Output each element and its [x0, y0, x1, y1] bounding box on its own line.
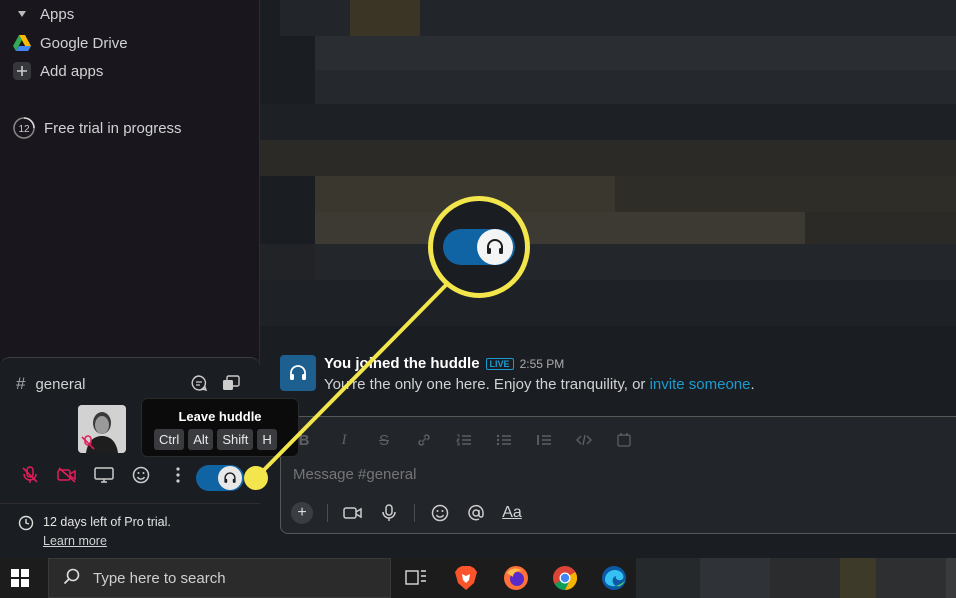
windows-start-icon[interactable] [10, 568, 30, 588]
code-block-icon[interactable] [613, 429, 635, 451]
hash-icon: # [16, 374, 26, 393]
headphones-icon [218, 466, 242, 490]
shortcut-key: Ctrl [154, 429, 185, 450]
magnifier-callout [428, 196, 530, 298]
mention-icon[interactable] [465, 502, 487, 524]
clock-icon [18, 515, 34, 536]
pro-trial-footer: 12 days left of Pro trial. Learn more [0, 503, 260, 558]
italic-icon[interactable]: I [333, 429, 355, 451]
headphones-icon [477, 229, 513, 265]
emoji-icon[interactable] [429, 502, 451, 524]
bulleted-list-icon[interactable] [493, 429, 515, 451]
popout-window-icon[interactable] [222, 374, 240, 397]
more-options-icon[interactable] [168, 465, 188, 485]
taskbar-search[interactable]: Type here to search [48, 558, 391, 598]
message-title: You joined the huddle [324, 355, 480, 372]
invite-someone-link[interactable]: invite someone [650, 376, 751, 393]
live-badge: LIVE [485, 357, 514, 370]
huddle-channel-name[interactable]: general [35, 376, 85, 393]
sidebar-item-google-drive[interactable]: Google Drive [12, 33, 128, 53]
leave-huddle-toggle[interactable] [196, 465, 244, 491]
sidebar-item-label: Add apps [40, 62, 104, 80]
magnified-huddle-toggle [443, 229, 515, 265]
blockquote-icon[interactable] [533, 429, 555, 451]
tooltip-title: Leave huddle [178, 409, 262, 424]
formatting-toggle[interactable]: Aa [501, 502, 523, 524]
plus-icon [12, 61, 32, 81]
message-composer: B I S + Aa [280, 416, 956, 534]
blurred-messages [260, 0, 956, 330]
huddle-avatar [280, 355, 316, 391]
leave-huddle-tooltip: Leave huddle Ctrl Alt Shift H [141, 398, 299, 457]
huddle-thread-icon[interactable] [190, 374, 208, 397]
muted-mic-icon [80, 435, 96, 456]
format-toolbar: B I S [293, 429, 635, 451]
edge-icon[interactable] [600, 564, 628, 592]
caret-down-icon [12, 4, 32, 24]
microphone-icon[interactable] [378, 502, 400, 524]
video-clip-icon[interactable] [342, 502, 364, 524]
message-body: You're the only one here. Enjoy the tran… [324, 376, 755, 393]
shortcut-key: Alt [188, 429, 214, 450]
callout-dot [244, 466, 268, 490]
huddle-controls [20, 465, 188, 485]
headphones-icon [290, 365, 306, 380]
reaction-emoji-icon[interactable] [131, 465, 151, 485]
free-trial-label: Free trial in progress [44, 119, 182, 137]
free-trial-status[interactable]: 12 Free trial in progress [12, 116, 182, 140]
learn-more-link[interactable]: Learn more [43, 534, 107, 548]
trial-badge: 12 [18, 124, 30, 135]
windows-taskbar: Type here to search [0, 558, 956, 598]
screen-share-icon[interactable] [94, 465, 114, 485]
trial-progress-icon: 12 [12, 116, 36, 140]
link-icon[interactable] [413, 429, 435, 451]
message-time[interactable]: 2:55 PM [520, 357, 565, 371]
brave-browser-icon[interactable] [452, 564, 480, 592]
mute-mic-icon[interactable] [20, 465, 40, 485]
firefox-icon[interactable] [502, 564, 530, 592]
task-view-icon[interactable] [402, 564, 430, 592]
shortcut-key: Shift [217, 429, 254, 450]
sidebar-item-add-apps[interactable]: Add apps [12, 61, 103, 81]
search-icon [63, 567, 81, 589]
code-icon[interactable] [573, 429, 595, 451]
sidebar-item-label: Google Drive [40, 34, 128, 52]
ordered-list-icon[interactable] [453, 429, 475, 451]
strikethrough-icon[interactable]: S [373, 429, 395, 451]
chrome-icon[interactable] [551, 564, 579, 592]
google-drive-icon [12, 33, 32, 53]
composer-tools: + Aa [291, 502, 523, 524]
taskbar-search-placeholder: Type here to search [93, 569, 226, 587]
shortcut-key: H [257, 429, 277, 450]
sidebar-apps-header[interactable]: Apps [12, 4, 74, 24]
message-input[interactable] [293, 466, 893, 483]
attach-plus-icon[interactable]: + [291, 502, 313, 524]
apps-header-label: Apps [40, 5, 75, 23]
trial-days-left: 12 days left of Pro trial. [43, 515, 171, 529]
video-off-icon[interactable] [57, 465, 77, 485]
